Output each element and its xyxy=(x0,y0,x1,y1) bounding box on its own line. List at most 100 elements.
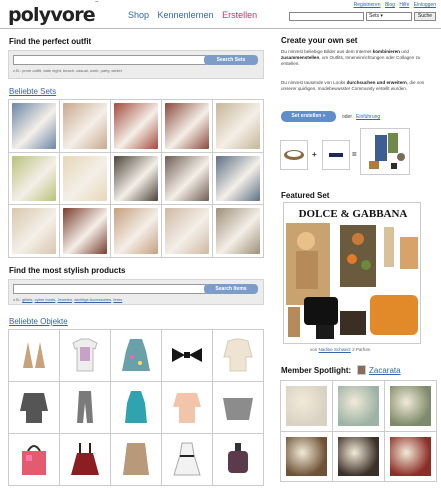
floral-dress-image xyxy=(120,337,152,375)
hint-link[interactable]: cyber boots xyxy=(35,297,56,302)
set-thumbnail[interactable] xyxy=(60,205,111,258)
set-thumbnail[interactable] xyxy=(9,205,60,258)
item-thumbnail[interactable] xyxy=(60,434,111,486)
link-login[interactable]: Einloggen xyxy=(414,2,436,8)
products-search-input[interactable] xyxy=(13,284,206,294)
spotlight-thumbnail[interactable] xyxy=(281,381,333,432)
item-thumbnail[interactable] xyxy=(9,434,60,486)
outfit-search-input[interactable] xyxy=(13,55,206,65)
item-thumbnail[interactable] xyxy=(60,382,111,434)
spotlight-image xyxy=(390,386,431,426)
item-thumbnail[interactable] xyxy=(213,434,264,486)
item-thumbnail[interactable] xyxy=(111,330,162,382)
products-heading: Find the most stylish products xyxy=(9,266,126,275)
grey-cardigan-image xyxy=(18,389,50,427)
item-thumbnail[interactable] xyxy=(111,382,162,434)
item-thumbnail[interactable] xyxy=(111,434,162,486)
item-thumbnail[interactable] xyxy=(162,330,213,382)
spotlight-thumbnail[interactable] xyxy=(333,381,385,432)
set-thumbnail[interactable] xyxy=(60,152,111,206)
svg-text:DOLCE & GABBANA: DOLCE & GABBANA xyxy=(299,208,408,220)
link-register[interactable]: Registrieren xyxy=(354,2,381,8)
featured-heading: Featured Set xyxy=(281,191,330,200)
header-search-button[interactable]: Suche xyxy=(414,12,436,21)
set-thumbnail[interactable] xyxy=(213,152,264,206)
header-search-input[interactable] xyxy=(289,12,364,21)
set-image xyxy=(114,155,158,202)
set-thumbnail[interactable] xyxy=(162,205,213,258)
red-skirt-image xyxy=(69,441,101,479)
intro-link[interactable]: Einführung xyxy=(356,114,380,120)
link-blog[interactable]: Blog xyxy=(385,2,395,8)
item-thumbnail[interactable] xyxy=(9,330,60,382)
item-thumbnail[interactable] xyxy=(162,434,213,486)
create-description-2: Du nimmst tausende von Looks durchsuchen… xyxy=(281,80,425,92)
create-set-button[interactable]: Set erstellen » xyxy=(281,111,336,122)
set-thumbnail[interactable] xyxy=(111,152,162,206)
popular-items-link[interactable]: Beliebte Objekte xyxy=(9,317,68,326)
nav-shop[interactable]: Shop xyxy=(128,10,149,20)
item-thumbnail[interactable] xyxy=(60,330,111,382)
set-thumbnail[interactable] xyxy=(60,100,111,153)
set-thumbnail[interactable] xyxy=(9,152,60,206)
avatar[interactable] xyxy=(357,365,366,375)
set-image xyxy=(165,208,209,254)
set-image xyxy=(12,208,56,254)
polyvore-logo[interactable]: polyvore™ xyxy=(8,0,99,26)
grey-wrap-image xyxy=(221,392,255,424)
set-image xyxy=(63,103,107,149)
spotlight-thumbnail[interactable] xyxy=(385,381,437,432)
example-belt xyxy=(322,140,350,170)
popular-sets-link[interactable]: Beliebte Sets xyxy=(9,87,56,96)
plus-symbol: + xyxy=(312,150,317,159)
featured-credit: von Nadine Schweiz 2 Parfüm xyxy=(310,347,371,352)
account-links: Registrieren Blog Hilfe Einloggen xyxy=(351,2,436,8)
outfit-search-box: Search Sets z.B.: prom outfit, date nigh… xyxy=(8,50,264,79)
search-items-button[interactable]: Search Items xyxy=(204,284,258,294)
hint-link[interactable]: gillets xyxy=(22,297,32,302)
spotlight-thumbnail[interactable] xyxy=(281,431,333,482)
set-thumbnail[interactable] xyxy=(111,205,162,258)
link-help[interactable]: Hilfe xyxy=(399,2,409,8)
set-thumbnail[interactable] xyxy=(213,100,264,153)
spotlight-image xyxy=(338,436,379,476)
spotlight-image xyxy=(286,436,327,476)
hint-link[interactable]: Jeweles xyxy=(58,297,72,302)
set-image xyxy=(216,155,260,202)
nav-erstellen[interactable]: Erstellen xyxy=(222,10,257,20)
equals-symbol: = xyxy=(352,150,357,159)
spotlight-grid xyxy=(280,380,437,482)
scarf-image xyxy=(71,389,99,427)
camel-coat-image xyxy=(121,441,151,479)
spotlight-member-link[interactable]: Zacarata xyxy=(369,366,401,375)
search-sets-button[interactable]: Search Sets xyxy=(204,55,258,65)
spotlight-image xyxy=(286,386,327,426)
item-thumbnail[interactable] xyxy=(9,382,60,434)
cream-blouse-image xyxy=(222,337,254,375)
set-image xyxy=(216,103,260,149)
popular-items-grid xyxy=(8,329,264,486)
set-thumbnail[interactable] xyxy=(162,100,213,153)
spotlight-thumbnail[interactable] xyxy=(333,431,385,482)
featured-author-link[interactable]: Nadine Schweiz xyxy=(319,347,351,352)
set-image xyxy=(12,155,56,202)
set-thumbnail[interactable] xyxy=(162,152,213,206)
create-heading: Create your own set xyxy=(281,36,358,45)
hint-link[interactable]: wichtige Accessoires xyxy=(74,297,111,302)
spotlight-thumbnail[interactable] xyxy=(385,431,437,482)
featured-set-image[interactable]: DOLCE & GABBANA xyxy=(283,202,421,344)
white-dress-image xyxy=(172,441,202,479)
header-search-select[interactable]: Sets ▾ xyxy=(366,12,412,21)
chevron-down-icon: ▾ xyxy=(380,13,383,19)
set-thumbnail[interactable] xyxy=(213,205,264,258)
example-outfit xyxy=(360,128,410,175)
hint-link[interactable]: feres xyxy=(113,297,122,302)
outfit-search-hint: z.B.: prom outfit, date night, beach, ca… xyxy=(13,68,123,73)
item-thumbnail[interactable] xyxy=(213,382,264,434)
item-thumbnail[interactable] xyxy=(213,330,264,382)
nav-kennenlernen[interactable]: Kennenlernen xyxy=(158,10,214,20)
set-thumbnail[interactable] xyxy=(9,100,60,153)
item-thumbnail[interactable] xyxy=(162,382,213,434)
earrings-image xyxy=(19,338,49,374)
set-thumbnail[interactable] xyxy=(111,100,162,153)
